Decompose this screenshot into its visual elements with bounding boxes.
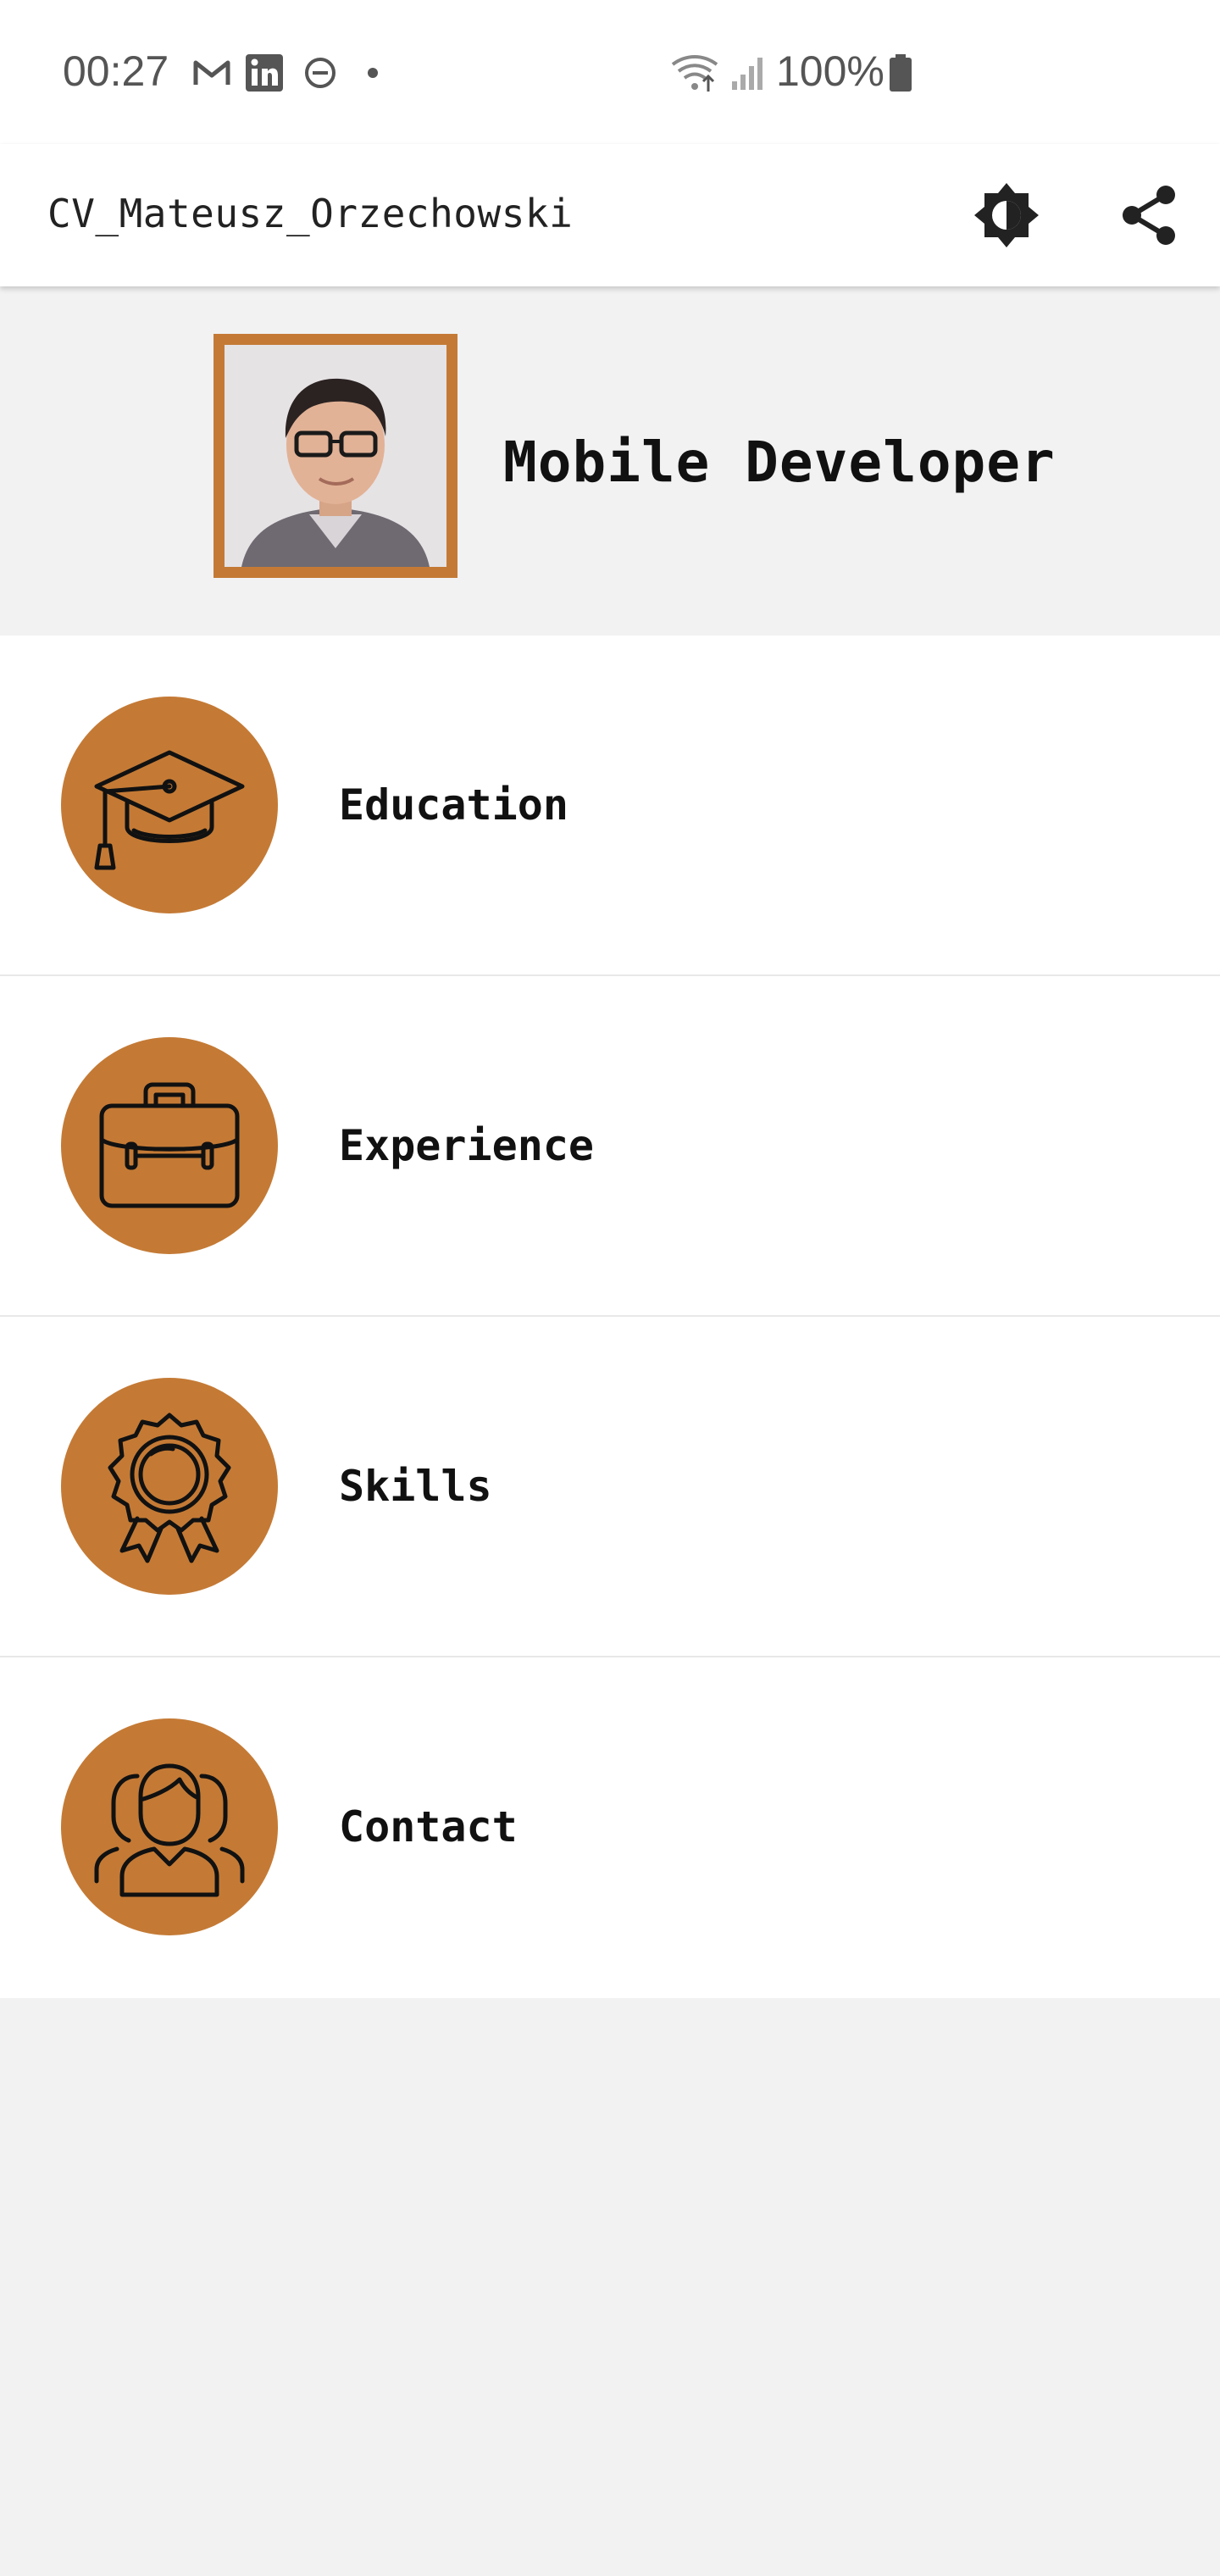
menu-item-label: Contact (339, 1802, 518, 1852)
menu-item-label: Skills (339, 1462, 492, 1511)
menu-list: Education Experience Skills Contact (0, 636, 1220, 1998)
menu-item-contact[interactable]: Contact (0, 1657, 1220, 1998)
gmail-icon (191, 53, 232, 93)
menu-icon-circle (61, 1037, 278, 1254)
status-time: 00:27 (63, 47, 169, 95)
battery-percentage: 100% (776, 47, 884, 95)
do-not-disturb-icon (300, 53, 341, 93)
app-title: CV_Mateusz_Orzechowski (47, 191, 574, 236)
battery-icon (886, 53, 915, 93)
contacts-group-icon (85, 1740, 254, 1913)
share-icon[interactable] (1108, 175, 1190, 256)
menu-item-label: Experience (339, 1121, 595, 1170)
menu-icon-circle (61, 1718, 278, 1935)
menu-icon-circle (61, 697, 278, 913)
award-badge-icon (85, 1400, 254, 1573)
dot-icon (352, 53, 393, 93)
empty-background (0, 1998, 1220, 2576)
graduation-cap-icon (85, 719, 254, 891)
linkedin-icon (244, 53, 285, 93)
menu-item-education[interactable]: Education (0, 636, 1220, 976)
menu-item-experience[interactable]: Experience (0, 976, 1220, 1317)
status-bar: 00:27 100% (0, 0, 1220, 144)
role-title: Mobile Developer (503, 430, 1056, 495)
wifi-icon (669, 53, 720, 93)
menu-icon-circle (61, 1378, 278, 1595)
signal-icon (727, 53, 768, 93)
menu-item-skills[interactable]: Skills (0, 1317, 1220, 1657)
menu-item-label: Education (339, 780, 568, 830)
profile-header: Mobile Developer (0, 286, 1220, 636)
app-bar: CV_Mateusz_Orzechowski (0, 144, 1220, 286)
theme-toggle-icon[interactable] (966, 175, 1047, 256)
avatar (214, 334, 458, 578)
briefcase-icon (85, 1059, 254, 1232)
